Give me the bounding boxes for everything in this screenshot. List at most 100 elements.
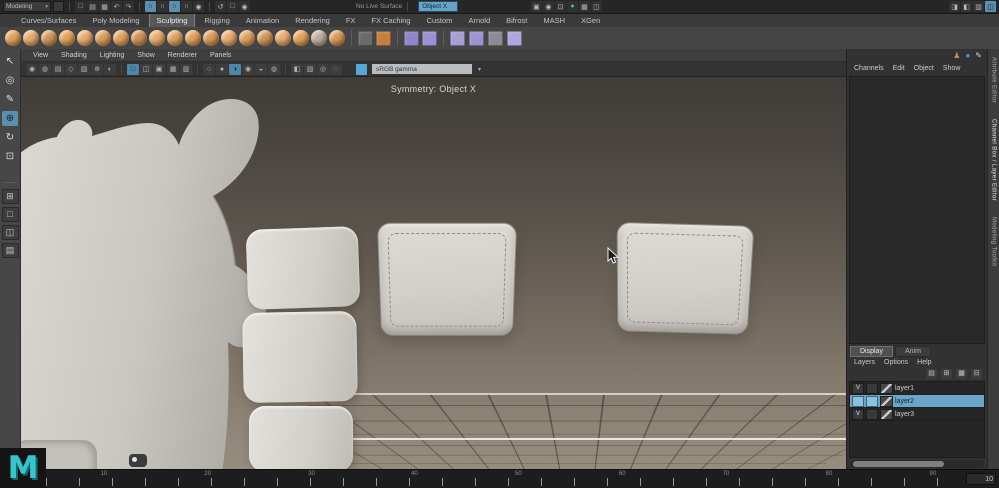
layer-playback-toggle[interactable] — [866, 408, 878, 420]
target-weld-icon[interactable] — [488, 30, 503, 46]
shelf-tab[interactable]: FX Caching — [364, 14, 417, 27]
bulge-brush-icon[interactable] — [275, 30, 291, 46]
render-view-icon[interactable]: □ — [227, 1, 238, 12]
shelf-tab[interactable]: Curves/Surfaces — [14, 14, 83, 27]
make-live-icon[interactable]: ◉ — [193, 1, 204, 12]
shelf-tab[interactable]: Rendering — [288, 14, 337, 27]
shelf-tab[interactable]: Poly Modeling — [85, 14, 146, 27]
imprint-brush-icon[interactable] — [167, 30, 183, 46]
multi-cut-icon[interactable] — [469, 30, 484, 46]
layer-editor-menu-item[interactable]: Help — [917, 359, 931, 366]
safe-action-icon[interactable]: ▥ — [180, 63, 192, 75]
sidebar-vertical-tab[interactable]: Attribute Editor — [991, 57, 997, 103]
shelf-tab[interactable]: Bifrost — [499, 14, 534, 27]
shelf-tab[interactable]: Custom — [420, 14, 460, 27]
new-empty-layer-icon[interactable]: ⊞ — [941, 369, 952, 379]
shelf-tab[interactable]: MASH — [536, 14, 572, 27]
view-transform-dropdown[interactable]: sRGB gamma — [372, 64, 472, 74]
oversampling-icon[interactable]: ◐ — [104, 63, 116, 75]
lasso-select-tool[interactable]: ◎ — [2, 73, 18, 88]
ui-elements-toggle[interactable] — [53, 1, 64, 12]
knife-brush-icon[interactable] — [239, 30, 255, 46]
repeat-brush-icon[interactable] — [149, 30, 165, 46]
fill-brush-icon[interactable] — [221, 30, 237, 46]
select-camera-icon[interactable]: ◉ — [26, 63, 38, 75]
textured-icon[interactable]: ◑ — [229, 63, 241, 75]
channel-box-menu-item[interactable]: Show — [943, 65, 961, 72]
smooth-brush-icon[interactable] — [23, 30, 39, 46]
isolate-select-icon[interactable]: ◧ — [291, 63, 303, 75]
panel-menu-item[interactable]: Shading — [61, 52, 87, 59]
shelf-tab[interactable]: Arnold — [461, 14, 497, 27]
quad-draw-icon[interactable] — [450, 30, 465, 46]
small-prop[interactable] — [129, 454, 147, 467]
current-frame-field[interactable]: 10 — [966, 473, 996, 485]
panel-menu-item[interactable]: Renderer — [168, 52, 197, 59]
layout-four-pane[interactable]: ⊞ — [1, 189, 19, 204]
new-scene-icon[interactable]: □ — [75, 1, 86, 12]
toon-shading-icon[interactable]: ● — [566, 1, 578, 12]
stamp-image-icon[interactable] — [376, 30, 391, 46]
wax-brush-icon[interactable] — [185, 30, 201, 46]
layer-editor-menu-item[interactable]: Layers — [854, 359, 875, 366]
layer-editor-menu-item[interactable]: Options — [884, 359, 908, 366]
default-material-icon[interactable]: ◌ — [330, 63, 342, 75]
layer-row[interactable]: V layer3 — [850, 408, 984, 421]
move-tool[interactable]: ⊕ — [2, 111, 18, 126]
relax-brush-icon[interactable] — [41, 30, 57, 46]
panel-menu-item[interactable]: Show — [137, 52, 155, 59]
shelf-tab[interactable]: Animation — [239, 14, 286, 27]
save-scene-icon[interactable]: ▦ — [99, 1, 110, 12]
ambient-occlusion-icon[interactable]: ◍ — [268, 63, 280, 75]
convert-frozen-icon[interactable] — [329, 30, 345, 46]
shelf-tab[interactable]: FX — [339, 14, 363, 27]
bookmarks-icon[interactable]: ◇ — [65, 63, 77, 75]
sidebar-vertical-tab[interactable]: Channel Box / Layer Editor — [991, 119, 997, 201]
render-sequence-icon[interactable]: ⊡ — [554, 1, 566, 12]
redo-icon[interactable]: ↷ — [123, 1, 134, 12]
shaded-icon[interactable]: ● — [216, 63, 228, 75]
color-management-toggle[interactable] — [356, 63, 367, 75]
layer-playback-toggle[interactable] — [866, 395, 878, 407]
cushion-panel-right[interactable] — [616, 221, 755, 335]
grab-brush-icon[interactable] — [59, 30, 75, 46]
layer-visibility-toggle[interactable]: V — [852, 382, 864, 394]
amplify-brush-icon[interactable] — [293, 30, 309, 46]
sculpt-brush-icon[interactable] — [5, 30, 21, 46]
freeze-brush-icon[interactable] — [311, 30, 327, 46]
new-layer-from-selected-icon[interactable]: ▦ — [956, 369, 967, 379]
pinch-brush-icon[interactable] — [77, 30, 93, 46]
layer-row[interactable]: layer2 — [850, 395, 984, 408]
menu-set-selector[interactable]: Modeling ▾ — [3, 1, 51, 12]
xray-icon[interactable]: ▨ — [304, 63, 316, 75]
layer-color-swatch[interactable] — [880, 382, 893, 394]
pencil-edit-icon[interactable]: ✎ — [975, 51, 982, 61]
stacked-slab[interactable] — [242, 311, 358, 403]
mask-brush-icon[interactable] — [404, 30, 419, 46]
symmetry-selector[interactable]: Object X ▾ — [418, 1, 458, 12]
layout-two-pane[interactable]: ◫ — [1, 225, 19, 240]
snap-to-point-icon[interactable]: ∩ — [169, 1, 180, 12]
wireframe-on-shaded-icon[interactable]: ◎ — [317, 63, 329, 75]
panel-menu-item[interactable]: Lighting — [100, 52, 125, 59]
layer-color-swatch[interactable] — [880, 408, 893, 420]
spray-brush-icon[interactable] — [131, 30, 147, 46]
panel-menu-item[interactable]: View — [33, 52, 48, 59]
layer-visibility-toggle[interactable] — [852, 395, 864, 407]
bevel-icon[interactable] — [507, 30, 522, 46]
render-settings-icon[interactable]: ▦ — [578, 1, 590, 12]
delete-layer-icon[interactable]: ⊟ — [971, 369, 982, 379]
layer-editor-tab[interactable]: Anim — [894, 346, 931, 357]
lock-camera-icon[interactable]: ◍ — [39, 63, 51, 75]
render-current-frame-icon[interactable]: ▣ — [530, 1, 542, 12]
layer-editor-tab[interactable]: Display — [850, 346, 893, 357]
ipr-render-icon[interactable]: ◉ — [542, 1, 554, 12]
time-slider[interactable]: 10 20 30 40 50 60 70 80 90 10 — [0, 469, 999, 488]
sphere-display-icon[interactable]: ● — [965, 51, 970, 61]
display-layers-icon[interactable]: ◫ — [590, 1, 602, 12]
quick-render-icon[interactable]: ◉ — [239, 1, 250, 12]
layer-row[interactable]: V layer1 — [850, 382, 984, 395]
wireframe-icon[interactable]: ○ — [203, 63, 215, 75]
snap-to-grid-icon[interactable]: ∩ — [145, 1, 156, 12]
scrape-brush-icon[interactable] — [203, 30, 219, 46]
